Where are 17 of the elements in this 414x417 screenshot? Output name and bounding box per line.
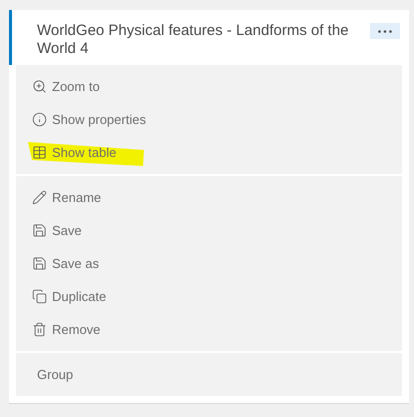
pencil-icon: [32, 190, 47, 205]
trash-icon: [32, 322, 47, 337]
table-icon: [32, 145, 47, 160]
menu-item[interactable]: Show properties: [52, 110, 146, 130]
menu-item[interactable]: Duplicate: [52, 286, 106, 306]
layer-title: WorldGeo Physical features - Landforms of the World 4: [37, 22, 350, 58]
menu-item[interactable]: Group: [37, 364, 74, 384]
menu-item[interactable]: Save: [52, 220, 82, 240]
zoom-in-icon: [32, 79, 47, 94]
menu-item[interactable]: Zoom to: [52, 76, 100, 96]
menu-item[interactable]: Rename: [52, 188, 102, 208]
duplicate-icon: [32, 289, 47, 304]
menu-item[interactable]: Remove: [52, 320, 100, 340]
options-button[interactable]: [370, 23, 400, 39]
menu-item[interactable]: Save as: [52, 254, 99, 274]
more-icon: [378, 30, 392, 32]
info-icon: [32, 112, 47, 127]
